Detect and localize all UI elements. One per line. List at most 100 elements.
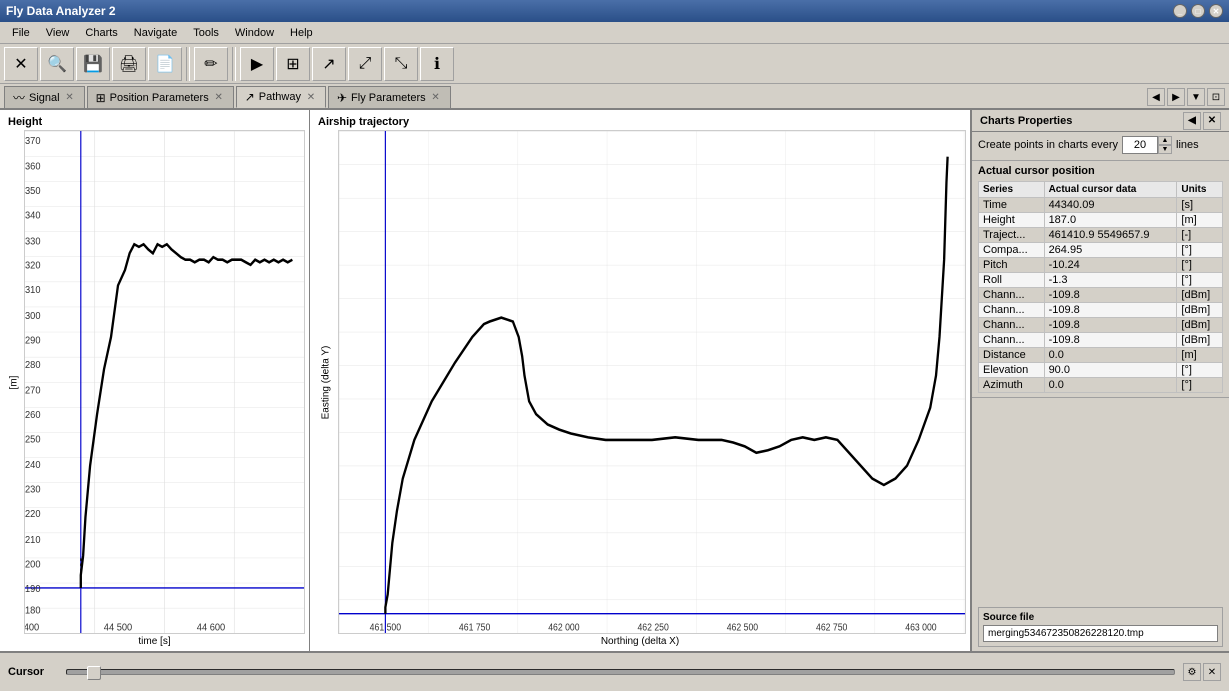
svg-text:220: 220 xyxy=(25,509,41,521)
cursor-series: Traject... xyxy=(979,228,1045,243)
tab-pos-icon: ⊞ xyxy=(96,91,106,105)
cursor-value: 0.0 xyxy=(1044,378,1177,393)
cursor-close-btn[interactable]: ✕ xyxy=(1203,663,1221,681)
create-points-row: Create points in charts every 20 ▲ ▼ lin… xyxy=(978,136,1223,154)
cursor-table-row: Roll -1.3 [°] xyxy=(979,273,1223,288)
svg-text:280: 280 xyxy=(25,359,41,371)
cursor-value: -109.8 xyxy=(1044,288,1177,303)
cursor-table-row: Traject... 461410.9 5549657.9 [-] xyxy=(979,228,1223,243)
close-btn[interactable]: ✕ xyxy=(1209,4,1223,18)
panel-pin-btn[interactable]: ◀ xyxy=(1183,112,1201,130)
cursor-table-row: Distance 0.0 [m] xyxy=(979,348,1223,363)
tab-pathway-icon: ↗ xyxy=(245,90,255,104)
toolbar-new-btn[interactable]: ✕ xyxy=(4,47,38,81)
toolbar-expand-btn[interactable]: ⤢ xyxy=(348,47,382,81)
tab-signal-close[interactable]: ✕ xyxy=(64,92,76,104)
svg-text:300: 300 xyxy=(25,311,41,323)
tab-fly-icon: ✈ xyxy=(337,91,347,105)
toolbar-play-btn[interactable]: ▶ xyxy=(240,47,274,81)
cursor-units: [dBm] xyxy=(1177,288,1223,303)
svg-text:270: 270 xyxy=(25,385,41,397)
cursor-value: -109.8 xyxy=(1044,303,1177,318)
toolbar-edit-btn[interactable]: ✏ xyxy=(194,47,228,81)
menu-window[interactable]: Window xyxy=(227,25,282,41)
cursor-controls: ⚙ ✕ xyxy=(1183,663,1221,681)
svg-text:210: 210 xyxy=(25,535,41,547)
create-points-input[interactable]: 20 xyxy=(1122,136,1158,154)
cursor-table-row: Chann... -109.8 [dBm] xyxy=(979,288,1223,303)
svg-text:250: 250 xyxy=(25,434,41,446)
svg-text:190: 190 xyxy=(25,583,41,595)
create-points-label: Create points in charts every xyxy=(978,139,1118,151)
cursor-series: Time xyxy=(979,198,1045,213)
svg-text:44 500: 44 500 xyxy=(104,622,133,634)
tab-pathway-close[interactable]: ✕ xyxy=(305,91,317,103)
tab-dropdown-btn[interactable]: ▼ xyxy=(1187,88,1205,106)
toolbar-save-btn[interactable]: 💾 xyxy=(76,47,110,81)
tab-prev-btn[interactable]: ◀ xyxy=(1147,88,1165,106)
cursor-series: Chann... xyxy=(979,303,1045,318)
cursor-value: -109.8 xyxy=(1044,318,1177,333)
toolbar-print-btn[interactable]: 🖨 xyxy=(112,47,146,81)
create-points-section: Create points in charts every 20 ▲ ▼ lin… xyxy=(972,132,1229,161)
cursor-series: Azimuth xyxy=(979,378,1045,393)
tab-detach-btn[interactable]: ⊡ xyxy=(1207,88,1225,106)
toolbar-info-btn[interactable]: ℹ xyxy=(420,47,454,81)
cursor-value: 187.0 xyxy=(1044,213,1177,228)
maximize-btn[interactable]: □ xyxy=(1191,4,1205,18)
menu-charts[interactable]: Charts xyxy=(77,25,125,41)
tab-position-parameters[interactable]: ⊞ Position Parameters ✕ xyxy=(87,86,234,108)
svg-text:180: 180 xyxy=(25,605,41,617)
toolbar-grid-btn[interactable]: ⊞ xyxy=(276,47,310,81)
cursor-table-row: Elevation 90.0 [°] xyxy=(979,363,1223,378)
create-points-unit: lines xyxy=(1176,139,1199,151)
trajectory-chart-title: Airship trajectory xyxy=(314,114,966,130)
menu-navigate[interactable]: Navigate xyxy=(126,25,185,41)
tab-signal[interactable]: 〰 Signal ✕ xyxy=(4,86,85,108)
svg-text:320: 320 xyxy=(25,260,41,272)
toolbar-sep-2 xyxy=(232,47,236,81)
svg-text:330: 330 xyxy=(25,236,41,248)
toolbar: ✕ 🔍 💾 🖨 📄 ✏ ▶ ⊞ ↗ ⤢ ⤡ ℹ xyxy=(0,44,1229,84)
tab-fly-label: Fly Parameters xyxy=(351,92,426,104)
toolbar-export-btn[interactable]: 📄 xyxy=(148,47,182,81)
svg-text:462 250: 462 250 xyxy=(637,622,668,633)
cursor-bar: Cursor ⚙ ✕ xyxy=(0,651,1229,691)
cursor-slider-track[interactable] xyxy=(66,669,1175,675)
toolbar-shrink-btn[interactable]: ⤡ xyxy=(384,47,418,81)
spinbox-up-btn[interactable]: ▲ xyxy=(1158,136,1172,145)
tab-next-btn[interactable]: ▶ xyxy=(1167,88,1185,106)
tab-fly-parameters[interactable]: ✈ Fly Parameters ✕ xyxy=(328,86,451,108)
cursor-units: [dBm] xyxy=(1177,303,1223,318)
cursor-series: Compa... xyxy=(979,243,1045,258)
svg-text:260: 260 xyxy=(25,410,41,422)
source-file-value: merging534672350826228120.tmp xyxy=(983,625,1218,642)
trajectory-y-label: Easting (delta Y) xyxy=(321,345,332,419)
toolbar-open-btn[interactable]: 🔍 xyxy=(40,47,74,81)
cursor-slider-thumb[interactable] xyxy=(87,666,101,680)
toolbar-cursor-btn[interactable]: ↗ xyxy=(312,47,346,81)
tab-pos-close[interactable]: ✕ xyxy=(213,92,225,104)
menu-help[interactable]: Help xyxy=(282,25,321,41)
menu-file[interactable]: File xyxy=(4,25,38,41)
svg-text:461 500: 461 500 xyxy=(370,622,401,633)
cursor-value: 461410.9 5549657.9 xyxy=(1044,228,1177,243)
cursor-table-row: Height 187.0 [m] xyxy=(979,213,1223,228)
cursor-table-row: Azimuth 0.0 [°] xyxy=(979,378,1223,393)
create-points-spinbox[interactable]: 20 ▲ ▼ xyxy=(1122,136,1172,154)
height-chart: Height [m] xyxy=(0,110,310,651)
spinbox-controls: ▲ ▼ xyxy=(1158,136,1172,154)
properties-panel: Charts Properties ◀ ✕ Create points in c… xyxy=(971,110,1229,651)
svg-text:200: 200 xyxy=(25,559,41,571)
menu-view[interactable]: View xyxy=(38,25,78,41)
panel-close-btn[interactable]: ✕ xyxy=(1203,112,1221,130)
cursor-settings-btn[interactable]: ⚙ xyxy=(1183,663,1201,681)
spinbox-down-btn[interactable]: ▼ xyxy=(1158,145,1172,154)
menu-bar: File View Charts Navigate Tools Window H… xyxy=(0,22,1229,44)
menu-tools[interactable]: Tools xyxy=(185,25,227,41)
tab-pathway[interactable]: ↗ Pathway ✕ xyxy=(236,86,326,108)
tab-fly-close[interactable]: ✕ xyxy=(430,92,442,104)
minimize-btn[interactable]: _ xyxy=(1173,4,1187,18)
col-data: Actual cursor data xyxy=(1044,182,1177,198)
cursor-series: Chann... xyxy=(979,288,1045,303)
